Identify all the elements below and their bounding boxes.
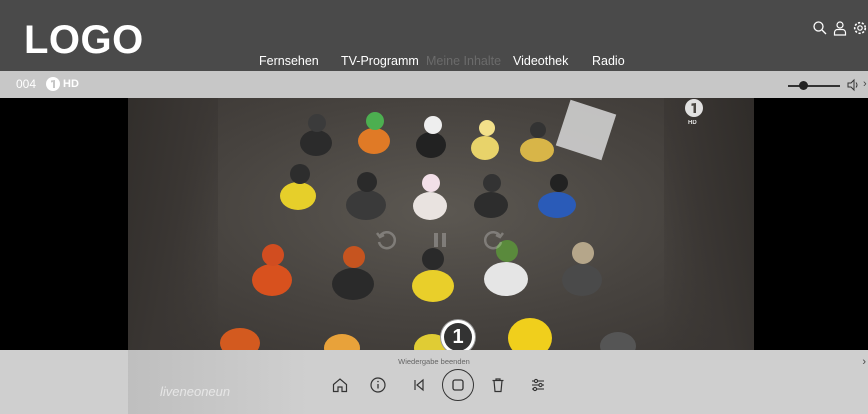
channel-number: 004	[16, 77, 37, 91]
channel-bar: 004 HD	[0, 71, 868, 98]
settings-sliders-button[interactable]	[527, 374, 549, 396]
nav-item-meine-inhalte[interactable]: Meine Inhalte	[426, 54, 501, 69]
stop-icon	[452, 379, 464, 391]
rewind-icon[interactable]	[374, 228, 398, 252]
top-header: LOGO Fernsehen TV-Programm Meine Inhalte…	[0, 0, 868, 71]
settings-sliders-icon	[532, 378, 544, 392]
pause-icon[interactable]	[428, 228, 452, 252]
logo[interactable]: LOGO	[24, 18, 144, 62]
info-icon	[370, 377, 386, 393]
forward-icon[interactable]	[482, 228, 506, 252]
volume-slider-handle[interactable]	[799, 81, 808, 90]
stop-playback-label: Wiedergabe beenden	[398, 357, 470, 366]
hd-watermark-label: HD	[688, 120, 697, 126]
channel-logo: HD	[45, 76, 79, 92]
nav-item-tv-programm[interactable]: TV-Programm	[341, 54, 419, 69]
home-icon	[332, 378, 348, 393]
callout-number: 1	[444, 323, 472, 351]
skip-back-button[interactable]	[408, 374, 430, 396]
video-overlay-controls	[374, 228, 506, 252]
skip-back-icon	[414, 378, 424, 392]
home-button[interactable]	[329, 374, 351, 396]
video-watermark: liveneoneun	[160, 384, 231, 399]
speaker-icon[interactable]	[847, 78, 861, 92]
nav-item-videothek[interactable]: Videothek	[513, 54, 568, 69]
video-shadow-right	[664, 98, 754, 350]
ard-logo-icon	[46, 77, 60, 91]
nav-item-radio[interactable]: Radio	[592, 54, 625, 69]
nav-item-fernsehen[interactable]: Fernsehen	[259, 54, 319, 69]
chevron-right-icon[interactable]: ›	[863, 78, 867, 90]
delete-button[interactable]	[487, 374, 509, 396]
volume-slider-track[interactable]	[788, 85, 840, 87]
video-player[interactable]: HD	[128, 98, 754, 350]
search-icon[interactable]	[812, 20, 828, 36]
top-icons	[812, 20, 868, 36]
trash-icon	[492, 378, 504, 393]
close-icon[interactable]: ›	[862, 356, 866, 368]
video-shadow-left	[128, 98, 218, 350]
callout-badge: 1	[441, 320, 475, 354]
user-icon[interactable]	[832, 20, 848, 36]
channel-hd-label: HD	[63, 78, 79, 90]
settings-icon[interactable]	[852, 20, 868, 36]
stop-button[interactable]	[442, 369, 474, 401]
info-button[interactable]	[367, 374, 389, 396]
